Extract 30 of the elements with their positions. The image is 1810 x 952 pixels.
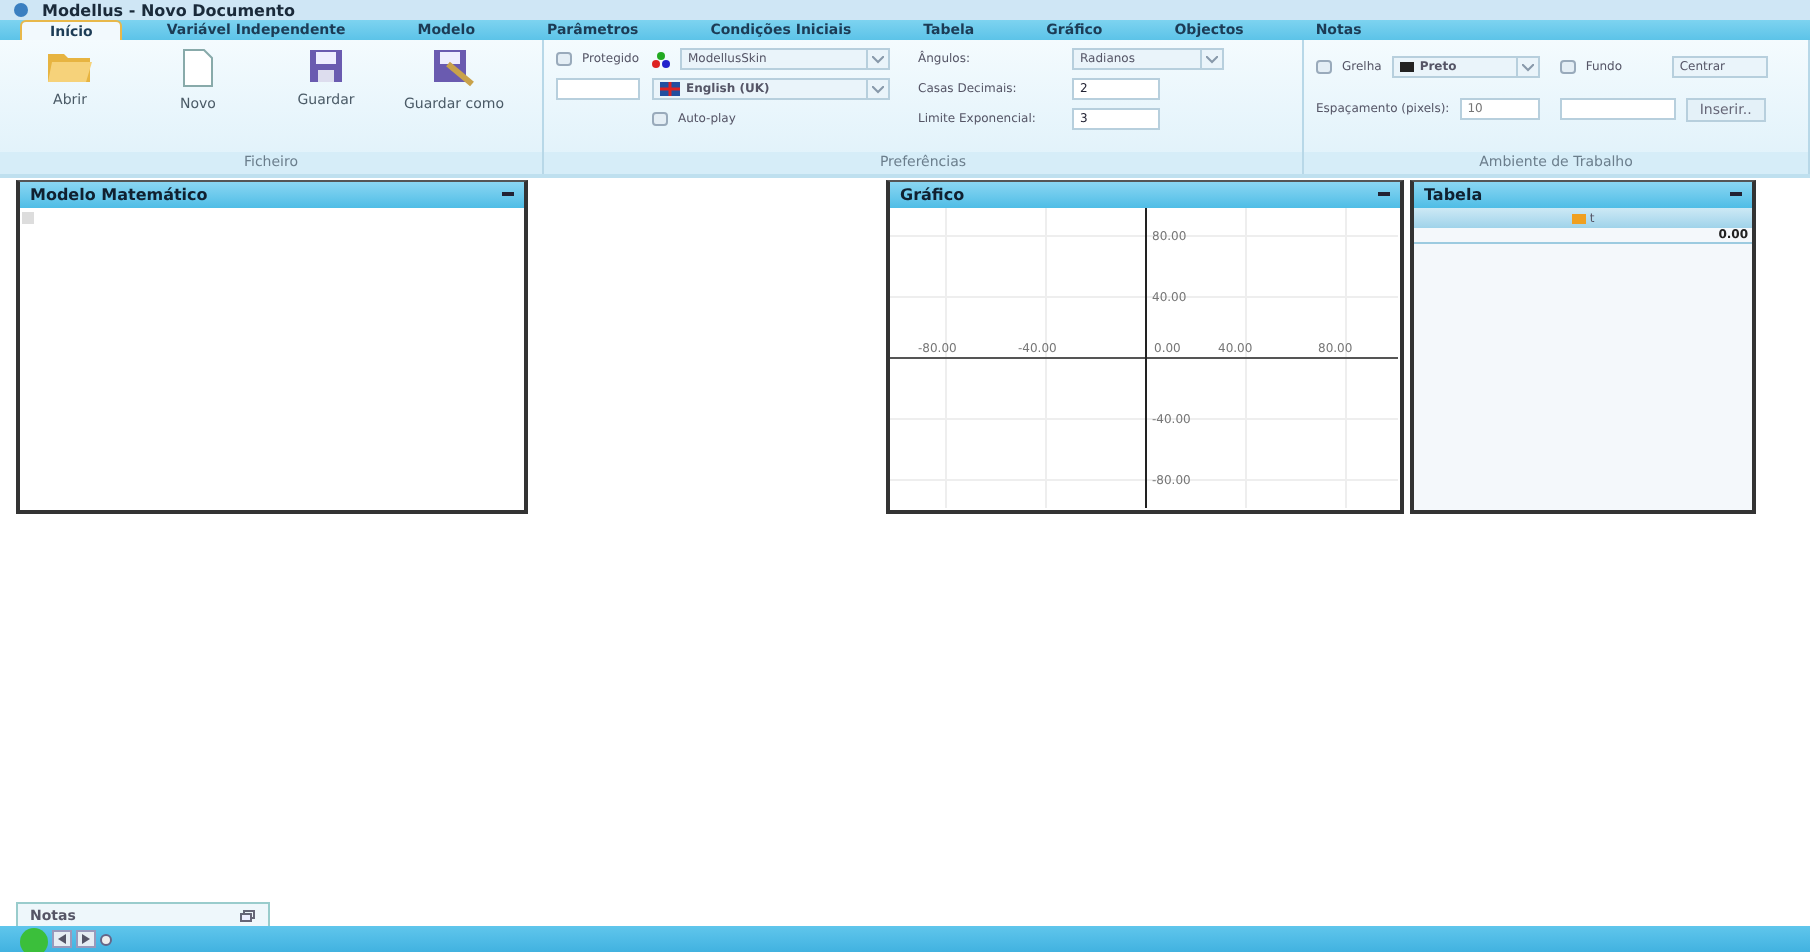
flag-icon [660,82,680,96]
checkbox[interactable] [556,52,572,66]
app-icon [12,2,30,18]
variable-icon [1571,213,1586,223]
checkbox[interactable] [1316,60,1332,74]
minimize-icon[interactable] [1378,192,1390,198]
minimize-icon[interactable] [1730,192,1742,198]
panel-title: Gráfico [900,186,965,204]
restore-icon[interactable] [240,909,256,921]
input-field[interactable] [556,78,640,100]
color-swatch-icon [1399,62,1414,72]
input-field[interactable] [1559,98,1676,120]
slider-thumb-icon[interactable] [100,933,112,945]
step-forward-button[interactable] [76,930,96,948]
checkbox[interactable] [1559,60,1576,74]
panel-title: Tabela [1424,186,1483,204]
step-back-button[interactable] [52,930,72,948]
checkbox[interactable] [652,112,668,126]
floppy-disk-pen-icon [432,48,476,88]
document-icon [182,48,214,88]
chevron-down-icon [872,55,884,63]
window-title: Modellus - Novo Documento [42,1,295,19]
panel-title: Modelo Matemático [30,186,208,204]
chevron-down-icon [872,85,884,93]
chevron-down-icon [1206,55,1218,63]
folder-icon [46,48,94,84]
color-dots-icon [652,51,670,67]
minimize-icon[interactable] [502,192,514,198]
chevron-down-icon [1521,63,1534,71]
expression-placeholder-icon [22,212,34,224]
